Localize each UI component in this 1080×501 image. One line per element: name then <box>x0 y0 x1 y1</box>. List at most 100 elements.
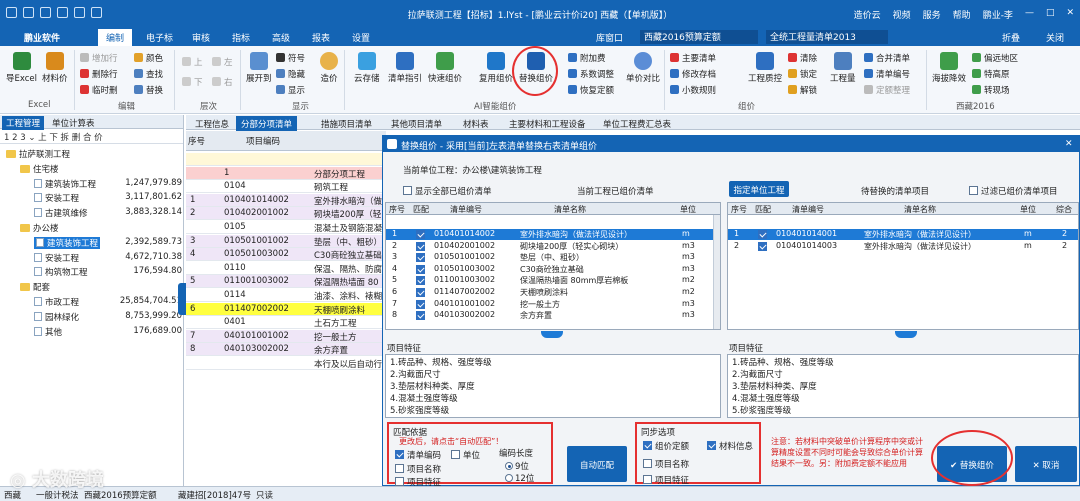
radio-12[interactable] <box>505 474 513 482</box>
tab-project-info[interactable]: 工程信息 <box>190 116 234 132</box>
user-name[interactable]: 鹏业-李 <box>983 8 1013 21</box>
sync-feature-check[interactable] <box>643 475 652 484</box>
match-check[interactable] <box>416 311 425 321</box>
tree-item[interactable]: 其他 176,689.00 <box>0 326 184 339</box>
menu-etender[interactable]: 电子标 <box>146 31 173 44</box>
tree-item[interactable]: 配套 <box>0 281 184 294</box>
merge-list-button[interactable]: 合并清单 <box>864 52 910 64</box>
tree-item[interactable]: 住宅楼 <box>0 163 184 176</box>
material-price-button[interactable]: 材料价 <box>42 52 68 84</box>
tree-item[interactable]: 安装工程 4,672,710.38 <box>0 252 184 265</box>
filter-check[interactable] <box>969 186 978 195</box>
match-check[interactable] <box>416 288 425 297</box>
table-row[interactable]: 2 010402001002 砌块墙200厚（轻 <box>186 207 386 221</box>
cloud-storage-button[interactable]: 云存储 <box>354 52 380 84</box>
list-item[interactable]: 5 011001003002 保温隔热墙面 80mm厚岩棉板 m2 <box>386 275 714 286</box>
help-link[interactable]: 帮助 <box>953 8 971 21</box>
right-feature-box[interactable]: 1.砖品种、规格、强度等级 2.沟截面尺寸 3.垫层材料种类、厚度 4.混凝土强… <box>727 354 1079 418</box>
left-table-scrollbar[interactable] <box>713 215 720 329</box>
list-item[interactable]: 6 011407002002 天棚喷刷涂料 m2 <box>386 287 714 298</box>
match-check[interactable] <box>416 276 425 286</box>
table-row[interactable]: 本行及以后自动行 <box>186 357 386 370</box>
video-link[interactable]: 视频 <box>893 8 911 21</box>
table-row[interactable] <box>186 153 386 166</box>
tree-item[interactable]: 市政工程 25,854,704.51 <box>0 296 184 309</box>
match-feature-check[interactable] <box>395 477 404 486</box>
move-down-button[interactable]: 下 <box>182 76 203 88</box>
table-row[interactable]: 1 010401014002 室外排水暗沟（做 <box>186 193 386 207</box>
hide-button[interactable]: 隐藏 <box>276 68 305 80</box>
show-all-check[interactable] <box>403 186 412 195</box>
minimize-icon[interactable]: — <box>1025 8 1034 21</box>
service-link[interactable]: 服务 <box>923 8 941 21</box>
list-guide-button[interactable]: 清单指引 <box>388 52 422 84</box>
maximize-icon[interactable]: □ <box>1046 8 1055 21</box>
show-all-checkbox[interactable]: 显示全部已组价清单 <box>403 185 492 197</box>
list-item[interactable]: 7 040101001002 挖一般土方 m3 <box>386 299 714 310</box>
quota-arrange-button[interactable]: 定额整理 <box>864 84 910 96</box>
menu-index[interactable]: 指标 <box>232 31 250 44</box>
symbol-button[interactable]: 符号 <box>276 52 305 64</box>
table-row[interactable]: 0105 混凝土及钢筋混凝 <box>186 221 386 234</box>
radio-9[interactable] <box>505 462 513 470</box>
export-excel-button[interactable]: 导Excel <box>6 52 37 84</box>
match-check[interactable] <box>416 299 425 309</box>
main-list-button[interactable]: 主要清单 <box>670 52 716 64</box>
list-item[interactable]: 1 010401014001 室外排水暗沟（做法详见设计） m 2 <box>728 229 1078 240</box>
lib-window-label[interactable]: 库窗口 <box>596 31 623 44</box>
add-row-button[interactable]: 增加行 <box>80 52 118 64</box>
table-row[interactable]: 0104 砌筑工程 <box>186 180 386 194</box>
code-length-12-radio[interactable]: 12位 <box>505 472 534 484</box>
table-row[interactable]: 5 011001003002 保温隔热墙面 80 <box>186 275 386 289</box>
clear-button[interactable]: 清除 <box>788 52 817 64</box>
find-button[interactable]: 查找 <box>134 68 163 80</box>
quantity-button[interactable]: 工程量 <box>830 52 856 84</box>
expand-to-button[interactable]: 展开到 <box>246 52 272 84</box>
specify-unit-button[interactable]: 指定单位工程 <box>729 181 789 197</box>
move-left-button[interactable]: 左 <box>212 56 233 68</box>
match-code-check[interactable] <box>395 450 404 459</box>
list-item[interactable]: 3 010501001002 垫层（中、粗砂） m3 <box>386 252 714 263</box>
match-check[interactable] <box>416 230 425 239</box>
tree-item[interactable]: 构筑物工程 176,594.80 <box>0 266 184 279</box>
coefficient-button[interactable]: 系数调整 <box>568 68 614 80</box>
reuse-pricing-button[interactable]: 复用组价 <box>479 52 513 84</box>
unlock-button[interactable]: 解锁 <box>788 84 817 96</box>
color-button[interactable]: 颜色 <box>134 52 163 64</box>
tab-main-material[interactable]: 主要材料和工程设备 <box>504 116 591 132</box>
table-row[interactable]: 8 040103002002 余方弃置 <box>186 343 386 357</box>
quality-control-button[interactable]: 工程质控 <box>748 52 782 84</box>
price-compare-button[interactable]: 单价对比 <box>626 52 660 84</box>
match-unit-checkbox[interactable]: 单位 <box>451 449 480 461</box>
sync-name-check[interactable] <box>643 459 652 468</box>
close-icon[interactable]: ✕ <box>1066 8 1074 21</box>
match-name-check[interactable] <box>395 464 404 473</box>
tab-material[interactable]: 材料表 <box>458 116 494 132</box>
tree-item[interactable]: 古建筑维修 3,883,328.14 <box>0 207 184 220</box>
collapse-panel-handle[interactable] <box>178 283 186 315</box>
tree-item[interactable]: 建筑装饰工程 2,392,589.73 <box>0 236 184 250</box>
sync-quota-check[interactable] <box>643 441 652 450</box>
tree-item[interactable]: 建筑装饰工程 1,247,979.89 <box>0 178 184 191</box>
high-plateau-button[interactable]: 特高原 <box>972 68 1010 80</box>
decimal-rule-button[interactable]: 小数规则 <box>670 84 716 96</box>
table-row[interactable]: 7 040101001002 挖一般土方 <box>186 329 386 343</box>
tree-item[interactable]: 安装工程 3,117,801.62 <box>0 192 184 205</box>
project-panel-toolbar[interactable]: 1 2 3 ⌄ 上 下 拆 删 合 价 <box>0 129 183 144</box>
delete-row-button[interactable]: 删除行 <box>80 68 118 80</box>
lock-button[interactable]: 锁定 <box>788 68 817 80</box>
match-check[interactable] <box>416 253 425 263</box>
sync-name-checkbox[interactable]: 项目名称 <box>643 458 689 470</box>
list-item[interactable]: 2 010402001002 砌块墙200厚（轻实心砌块） m3 <box>386 241 714 252</box>
tab-unit-summary[interactable]: 单位工程费汇总表 <box>598 116 676 132</box>
dialog-close-icon[interactable]: ✕ <box>1065 139 1073 149</box>
table-row[interactable]: 1 分部分项工程 <box>186 166 386 180</box>
table-row[interactable]: 4 010501003002 C30商砼独立基础 <box>186 248 386 262</box>
table-row[interactable]: 0401 土石方工程 <box>186 316 386 330</box>
quota-lib-select[interactable]: 西藏2016预算定额 <box>640 30 758 44</box>
move-right-button[interactable]: 右 <box>212 76 233 88</box>
show-button[interactable]: 显示 <box>276 84 305 96</box>
menu-report[interactable]: 报表 <box>312 31 330 44</box>
tab-project-manage[interactable]: 工程管理 <box>2 116 45 130</box>
replace-button[interactable]: 替换 <box>134 84 163 96</box>
